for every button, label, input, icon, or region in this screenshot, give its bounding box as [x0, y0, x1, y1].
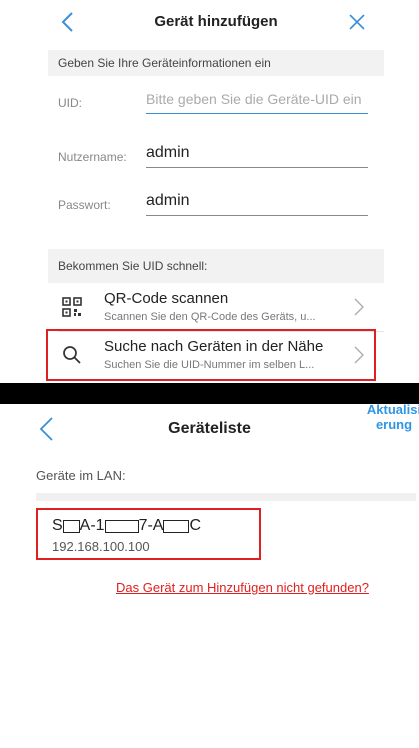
refresh-button[interactable]: Aktualisi erung [366, 402, 419, 432]
device-name-part: A-1 [79, 517, 105, 534]
refresh-label-line1: Aktualisi [366, 402, 419, 417]
redaction-box [104, 519, 139, 533]
redaction-box [62, 519, 80, 533]
section-quick-uid: Bekommen Sie UID schnell: [48, 249, 384, 283]
add-device-screen: Gerät hinzufügen Geben Sie Ihre Gerätein… [48, 0, 384, 383]
section-band [36, 493, 416, 501]
device-list-item[interactable]: S A-1 7-A C 192.168.100.100 [36, 508, 261, 560]
lan-devices-label: Geräte im LAN: [36, 468, 126, 483]
refresh-label-line2: erung [375, 417, 413, 432]
highlight-search-nearby [46, 329, 376, 381]
section-device-info: Geben Sie Ihre Geräteinformationen ein [48, 50, 384, 76]
device-not-found-link[interactable]: Das Gerät zum Hinzufügen nicht gefunden? [116, 580, 369, 595]
menu-item-title: QR-Code scannen [104, 290, 229, 307]
device-name-part: 7-A [138, 517, 164, 534]
password-input[interactable]: admin [146, 186, 368, 216]
device-name-part: S [52, 517, 63, 534]
device-ip: 192.168.100.100 [52, 539, 150, 554]
device-name: S A-1 7-A C [52, 516, 201, 536]
close-icon[interactable] [348, 13, 366, 31]
menu-item-subtitle: Scannen Sie den QR-Code des Geräts, u... [104, 311, 316, 323]
add-device-header: Gerät hinzufügen [48, 0, 384, 44]
username-row: Nutzername: admin [48, 138, 384, 178]
qr-code-icon [62, 297, 82, 317]
page-title: Geräteliste [168, 420, 251, 437]
uid-row: UID: Bitte geben Sie die Geräte-UID ein [48, 84, 384, 124]
screen-divider [0, 383, 419, 404]
username-input[interactable]: admin [146, 138, 368, 168]
password-row: Passwort: admin [48, 186, 384, 226]
menu-item-qr-scan[interactable]: QR-Code scannen Scannen Sie den QR-Code … [48, 283, 384, 331]
page-title: Gerät hinzufügen [154, 13, 278, 30]
uid-label: UID: [58, 96, 82, 110]
redaction-box [163, 519, 190, 533]
chevron-right-icon [354, 298, 364, 316]
username-label: Nutzername: [58, 150, 127, 164]
uid-input[interactable]: Bitte geben Sie die Geräte-UID ein [146, 84, 368, 114]
password-label: Passwort: [58, 198, 111, 212]
device-name-part: C [189, 517, 202, 534]
